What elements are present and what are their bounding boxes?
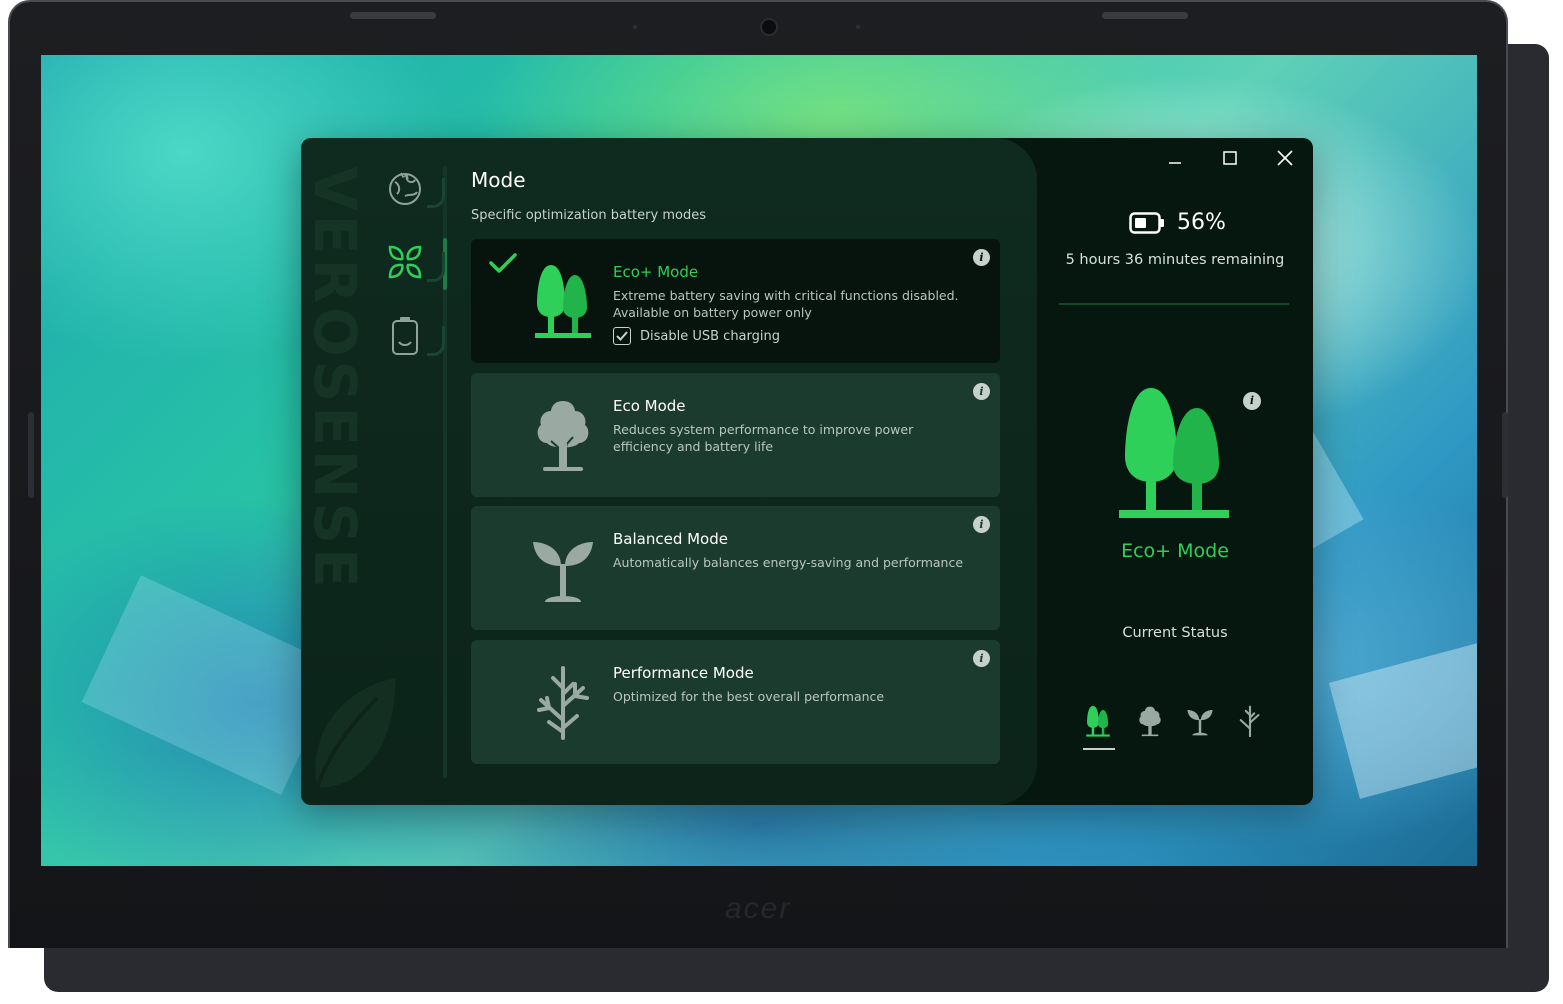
mode-name: Eco+ Mode — [613, 263, 699, 281]
minimize-icon — [1169, 162, 1181, 164]
current-mode-label: Eco+ Mode — [1121, 540, 1229, 562]
checkmark-icon — [616, 331, 628, 341]
nav-battery-icon[interactable] — [385, 316, 425, 356]
nav-leaves-icon[interactable] — [385, 242, 425, 282]
mode-description: Automatically balances energy-saving and… — [613, 555, 964, 570]
info-icon[interactable]: i — [973, 650, 990, 667]
maximize-button[interactable] — [1210, 146, 1250, 170]
side-button-right — [1502, 412, 1508, 498]
page-title: Mode — [471, 168, 526, 192]
minimize-button[interactable] — [1155, 146, 1195, 170]
sprout-icon — [1187, 710, 1213, 736]
mini-balanced-button[interactable] — [1183, 704, 1217, 738]
wallpaper-ice — [1328, 631, 1477, 799]
current-mode-twin-trees-icon — [1119, 388, 1229, 518]
mode-card-eco[interactable]: Eco Mode Reduces system performance to i… — [471, 373, 1000, 497]
disable-usb-checkbox[interactable] — [613, 327, 631, 345]
current-mode-info-icon[interactable]: i — [1243, 392, 1261, 410]
webcam — [760, 18, 778, 36]
mode-name: Balanced Mode — [613, 530, 728, 548]
tree-icon — [537, 401, 589, 471]
mode-description: Extreme battery saving with critical fun… — [613, 288, 959, 320]
close-icon — [1277, 150, 1293, 166]
mode-description: Reduces system performance to improve po… — [613, 422, 914, 454]
maximize-icon — [1223, 151, 1237, 165]
hinge-right — [1102, 12, 1188, 19]
mini-performance-button[interactable] — [1233, 704, 1267, 738]
info-icon[interactable]: i — [973, 249, 990, 266]
battery-status: 56% — [1129, 210, 1226, 235]
sprout-icon — [533, 542, 593, 602]
brand-watermark: VEROSENSE — [301, 166, 369, 592]
mini-selected-indicator — [1083, 748, 1115, 750]
close-button[interactable] — [1265, 146, 1305, 170]
nav-connector — [427, 178, 445, 208]
sensor-dot — [633, 25, 637, 29]
mini-eco-plus-button[interactable] — [1081, 704, 1115, 738]
earth-icon — [389, 172, 421, 205]
info-icon[interactable]: i — [973, 516, 990, 533]
disable-usb-label: Disable USB charging — [640, 328, 780, 344]
mode-card-performance[interactable]: Performance Mode Optimized for the best … — [471, 640, 1000, 764]
battery-remaining: 5 hours 36 minutes remaining — [1065, 252, 1285, 268]
device-logo: acer — [725, 892, 792, 925]
info-icon[interactable]: i — [973, 383, 990, 400]
mode-description: Optimized for the best overall performan… — [613, 689, 885, 704]
mode-panel: VEROSENSE Mode Specific optimization bat… — [301, 138, 1037, 805]
mode-name: Eco Mode — [613, 397, 686, 415]
nav-earth-icon[interactable] — [385, 168, 425, 208]
check-icon — [489, 253, 517, 273]
nav-connector — [427, 326, 445, 356]
hinge-left — [350, 12, 436, 19]
battery-percent: 56% — [1177, 210, 1226, 235]
side-button-left — [28, 412, 34, 498]
leaves-icon — [388, 245, 422, 279]
bare-tree-icon — [1239, 705, 1260, 737]
twin-trees-icon — [535, 265, 591, 338]
mode-card-balanced[interactable]: Balanced Mode Automatically balances ene… — [471, 506, 1000, 630]
twin-trees-icon — [1086, 705, 1110, 737]
current-status-label: Current Status — [1122, 625, 1228, 641]
disable-usb-charging-option[interactable]: Disable USB charging — [613, 327, 780, 345]
mode-card-eco-plus[interactable]: Eco+ Mode Extreme battery saving with cr… — [471, 239, 1000, 363]
mode-name: Performance Mode — [613, 664, 754, 682]
nav-connector — [427, 252, 445, 282]
mini-eco-button[interactable] — [1133, 704, 1167, 738]
status-divider — [1059, 303, 1289, 305]
page-subtitle: Specific optimization battery modes — [471, 208, 706, 223]
battery-icon — [392, 317, 418, 355]
sensor-dot — [856, 25, 860, 29]
bare-tree-icon — [537, 666, 589, 740]
tree-icon — [1139, 706, 1161, 737]
verosense-window: VEROSENSE Mode Specific optimization bat… — [301, 138, 1313, 805]
leaf-watermark-icon — [315, 678, 396, 789]
battery-level-icon — [1129, 211, 1164, 234]
